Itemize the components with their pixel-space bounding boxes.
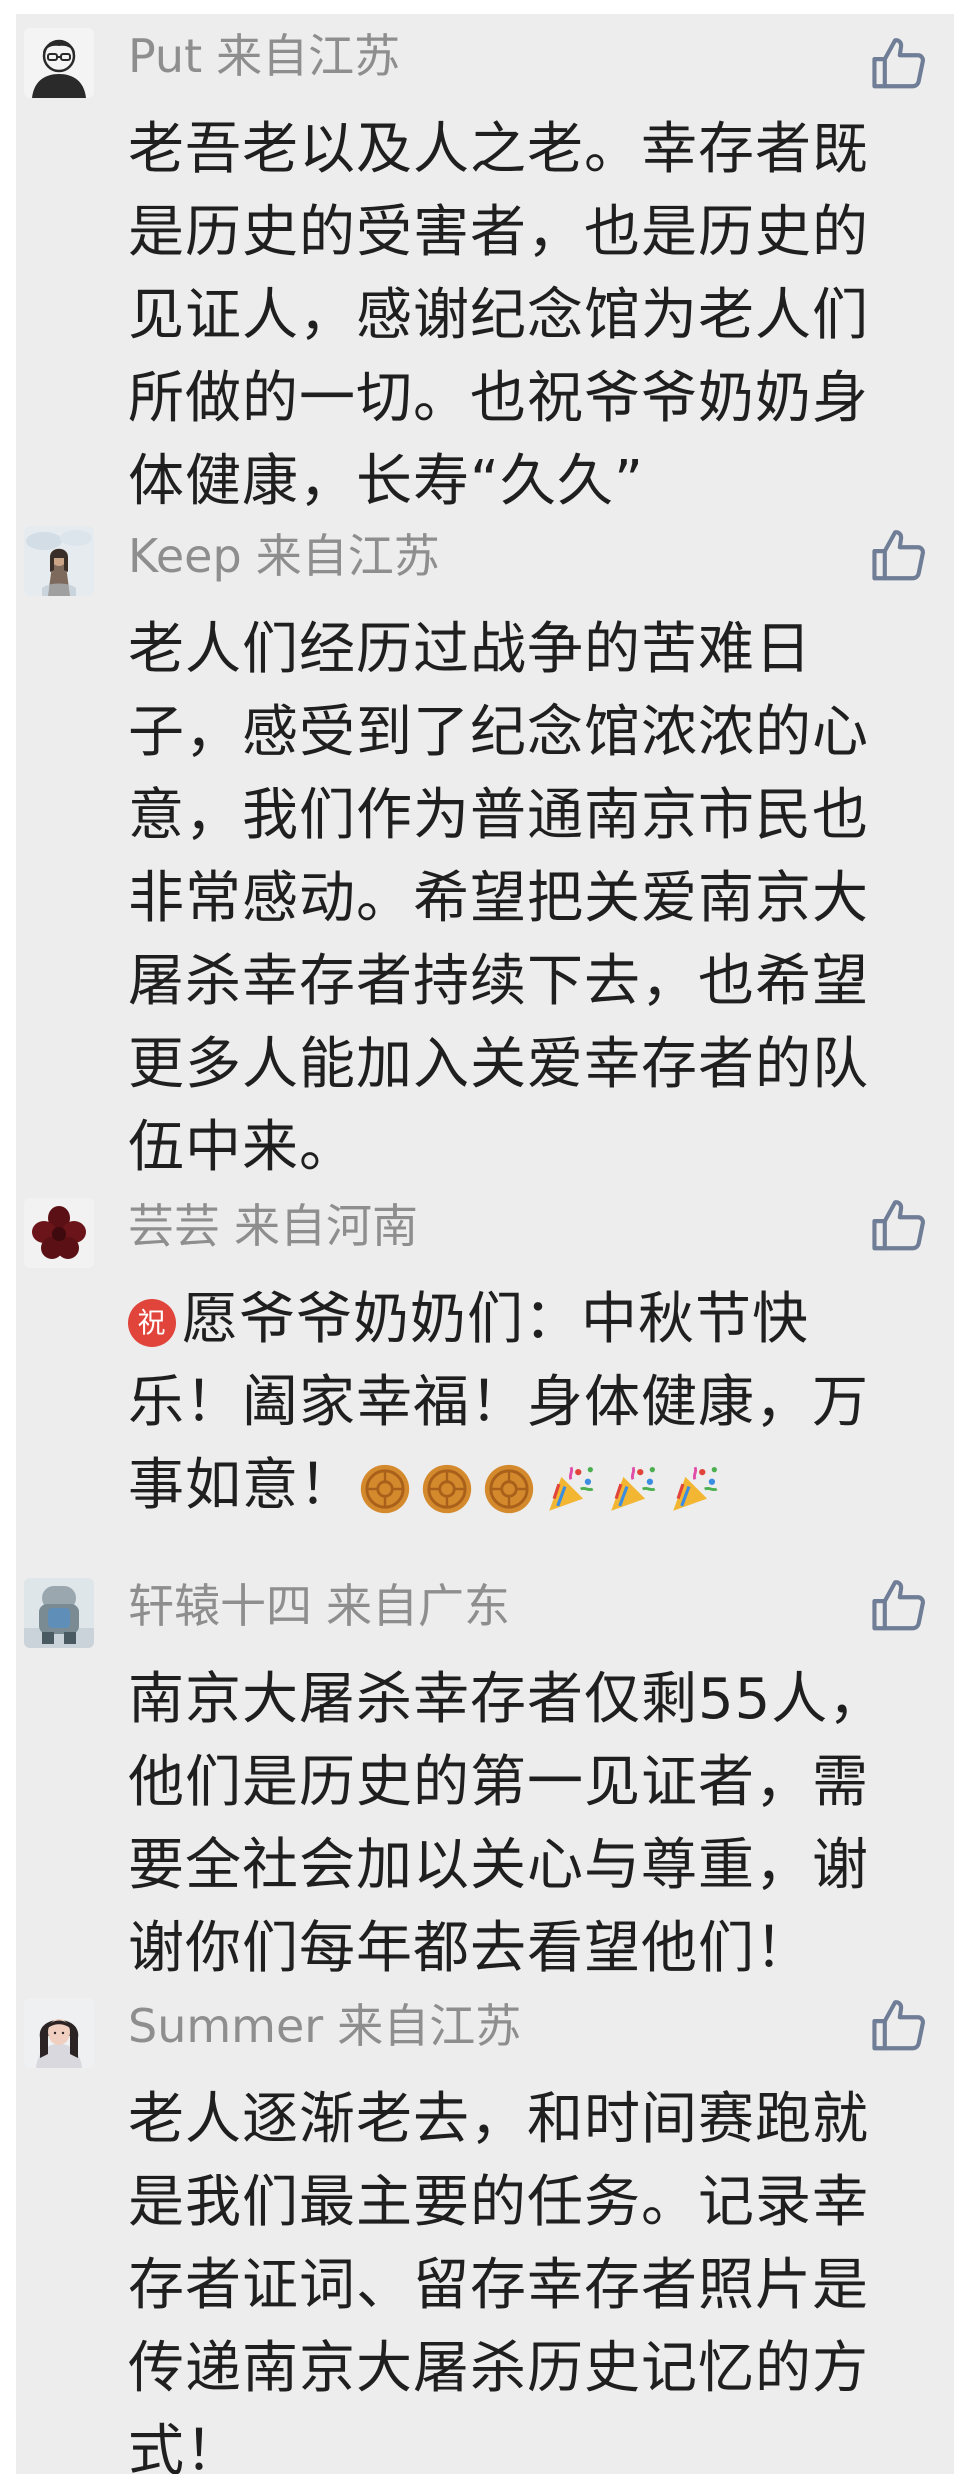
comment-line: 见证人，感谢纪念馆为老人们	[128, 283, 869, 348]
comment-text: 祝愿爷爷奶奶们：中秋节快 乐！阖家幸福！身体健康，万 事如意！	[128, 1278, 928, 1527]
like-button[interactable]	[868, 1194, 930, 1256]
like-button[interactable]	[868, 1994, 930, 2056]
comment-line-text: 事如意！	[128, 1453, 356, 1518]
username[interactable]: Keep	[128, 529, 242, 583]
like-button[interactable]	[868, 524, 930, 586]
username[interactable]: Put	[128, 29, 202, 83]
comment-meta: Summer 来自江苏	[128, 1998, 521, 2054]
comment-item: Put 来自江苏 老吾老以及人之老。幸存者既 是历史的受害者，也是历史的 见证人，…	[16, 14, 954, 514]
zhu-emoji-icon: 祝	[128, 1298, 176, 1347]
avatar[interactable]	[24, 28, 94, 98]
thumbs-up-icon	[872, 1200, 925, 1251]
comment-meta: Put 来自江苏	[128, 28, 400, 84]
comment-meta: 芸芸 来自河南	[128, 1198, 418, 1254]
comment-line: 乐！阖家幸福！身体健康，万	[128, 1370, 869, 1435]
mooncake-emoji-icon	[418, 1460, 476, 1518]
thumbs-up-icon	[872, 2000, 925, 2051]
comment-line: 伍中来。	[128, 1115, 356, 1180]
comment-line: 老人们经历过战争的苦难日	[128, 617, 812, 682]
comment-line: 传递南京大屠杀历史记忆的方	[128, 2336, 869, 2401]
comment-line: 是历史的受害者，也是历史的	[128, 200, 869, 265]
comment-item: 轩辕十四 来自广东 南京大屠杀幸存者仅剩55人， 他们是历史的第一见证者，需 要全…	[16, 1564, 954, 1984]
cartoon-person-avatar-icon	[24, 28, 94, 98]
location-label: 来自河南	[234, 1199, 418, 1253]
comment-line: 非常感动。希望把关爱南京大	[128, 866, 869, 931]
avatar[interactable]	[24, 1578, 94, 1648]
avatar[interactable]	[24, 526, 94, 596]
location-label: 来自江苏	[255, 529, 440, 583]
comment-meta: Keep 来自江苏	[128, 528, 440, 584]
username[interactable]: 芸芸	[128, 1199, 220, 1253]
mooncake-emoji-icon	[356, 1460, 414, 1518]
like-button[interactable]	[868, 1574, 930, 1636]
comment-line: 所做的一切。也祝爷爷奶奶身	[128, 366, 869, 431]
comment-line: 式！	[128, 2419, 242, 2474]
avatar[interactable]	[24, 1198, 94, 1268]
dark-red-flower-avatar-icon	[24, 1198, 94, 1268]
comment-feed: Put 来自江苏 老吾老以及人之老。幸存者既 是历史的受害者，也是历史的 见证人，…	[16, 14, 954, 2474]
comment-item: Keep 来自江苏 老人们经历过战争的苦难日 子，感受到了纪念馆浓浓的心 意，我们…	[16, 514, 954, 1184]
comment-line: 他们是历史的第一见证者，需	[128, 1750, 869, 1815]
comment-line: 存者证词、留存幸存者照片是	[128, 2253, 869, 2318]
thumbs-up-icon	[872, 1580, 925, 1631]
like-button[interactable]	[868, 32, 930, 94]
comment-meta: 轩辕十四 来自广东	[128, 1578, 510, 1634]
comment-line: 更多人能加入关爱幸存者的队	[128, 1032, 869, 1097]
comment-line: 体健康，长寿“久久”	[128, 449, 645, 514]
avatar[interactable]	[24, 1998, 94, 2068]
location-label: 来自广东	[326, 1579, 510, 1633]
thumbs-up-icon	[872, 530, 925, 581]
thumbs-up-icon	[872, 38, 925, 89]
comment-line: 事如意！	[128, 1444, 928, 1527]
photo-person-avatar-icon	[24, 526, 94, 596]
figurine-avatar-icon	[24, 1578, 94, 1648]
location-label: 来自江苏	[337, 1999, 522, 2053]
comment-text: 南京大屠杀幸存者仅剩55人， 他们是历史的第一见证者，需 要全社会加以关心与尊重…	[128, 1658, 928, 1990]
comment-line: 屠杀幸存者持续下去，也希望	[128, 949, 869, 1014]
location-label: 来自江苏	[216, 29, 401, 83]
comment-line: 要全社会加以关心与尊重，谢	[128, 1833, 869, 1898]
comment-item: 芸芸 来自河南 祝愿爷爷奶奶们：中秋节快 乐！阖家幸福！身体健康，万 事如意！	[16, 1184, 954, 1564]
comment-text: 老人们经历过战争的苦难日 子，感受到了纪念馆浓浓的心 意，我们作为普通南京市民也…	[128, 608, 928, 1189]
comment-line: 南京大屠杀幸存者仅剩55人，	[128, 1667, 886, 1732]
party-popper-emoji-icon	[542, 1460, 600, 1518]
comment-item: Summer 来自江苏 老人逐渐老去，和时间赛跑就 是我们最主要的任务。记录幸 存…	[16, 1984, 954, 2474]
party-popper-emoji-icon	[666, 1460, 724, 1518]
comment-line: 子，感受到了纪念馆浓浓的心	[128, 700, 869, 765]
comment-line-text: 愿爷爷奶奶们：中秋节快	[182, 1287, 809, 1352]
comment-line: 祝愿爷爷奶奶们：中秋节快	[128, 1278, 928, 1361]
comment-text: 老吾老以及人之老。幸存者既 是历史的受害者，也是历史的 见证人，感谢纪念馆为老人…	[128, 108, 928, 523]
username[interactable]: Summer	[128, 1999, 323, 2053]
comment-line: 老吾老以及人之老。幸存者既	[128, 117, 869, 182]
comment-line: 意，我们作为普通南京市民也	[128, 783, 869, 848]
party-popper-emoji-icon	[604, 1460, 662, 1518]
username[interactable]: 轩辕十四	[128, 1579, 312, 1633]
girl-photo-avatar-icon	[24, 1998, 94, 2068]
comment-line: 是我们最主要的任务。记录幸	[128, 2170, 869, 2235]
mooncake-emoji-icon	[480, 1460, 538, 1518]
comment-line: 谢你们每年都去看望他们！	[128, 1916, 812, 1981]
comment-text: 老人逐渐老去，和时间赛跑就 是我们最主要的任务。记录幸 存者证词、留存幸存者照片…	[128, 2078, 928, 2474]
comment-line: 老人逐渐老去，和时间赛跑就	[128, 2087, 869, 2152]
